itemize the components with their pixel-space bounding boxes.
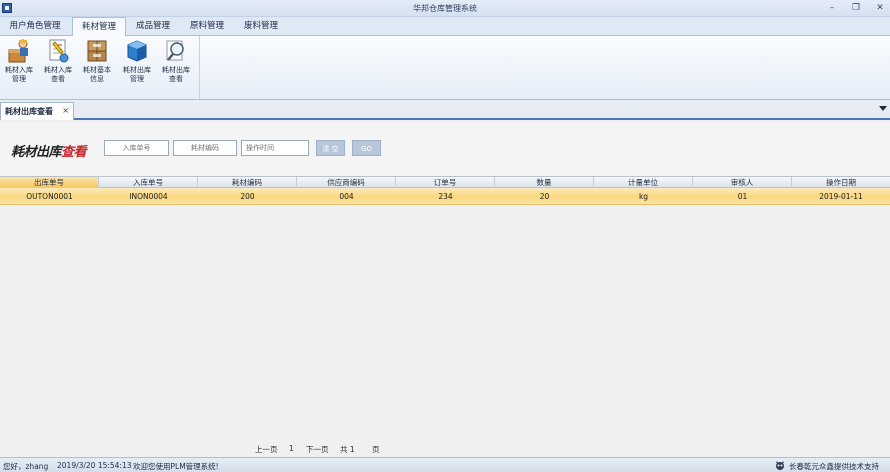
search-panel: 耗材出库查看 清 空 GO: [0, 122, 890, 176]
close-tab-icon[interactable]: ×: [62, 106, 69, 115]
go-button[interactable]: GO: [352, 140, 381, 156]
clear-button[interactable]: 清 空: [316, 140, 345, 156]
tab-consumables[interactable]: 耗材管理: [72, 17, 126, 37]
package-boxes-icon: [87, 40, 107, 62]
column-header-operation-date[interactable]: 操作日期: [792, 177, 890, 188]
material-code-input[interactable]: [173, 140, 237, 156]
column-header-inbound-no[interactable]: 入库单号: [99, 177, 198, 188]
column-header-reviewer[interactable]: 审核人: [693, 177, 792, 188]
operation-time-input[interactable]: [241, 140, 309, 156]
ribbon-group-consumables: 耗材入库 管理 耗材入库 查看 耗材基本 信息 耗材出库 管理 耗材出库 查看: [0, 36, 200, 99]
column-header-supplier-code[interactable]: 供应商编码: [297, 177, 396, 188]
title-bar: 华邦仓库管理系统 – ❐ ✕: [0, 0, 890, 17]
page-title-red: 查看: [61, 145, 87, 160]
window-title: 华邦仓库管理系统: [413, 4, 477, 13]
cell-outbound-no: OUTON0001: [26, 192, 73, 201]
blue-cube-icon: [127, 40, 147, 62]
minimize-icon[interactable]: –: [825, 2, 839, 14]
prev-page-link[interactable]: 上一页: [255, 444, 278, 455]
tab-raw-materials[interactable]: 原料管理: [184, 17, 230, 36]
column-header-material-code[interactable]: 耗材编码: [198, 177, 297, 188]
support-text: 长春乾元众鑫提供技术支持: [789, 462, 879, 471]
support-logo-icon: [776, 461, 784, 470]
tab-finished-goods[interactable]: 成品管理: [130, 17, 176, 36]
document-tab-strip: 耗材出库查看 ×: [0, 100, 890, 120]
page-title: 耗材出库查看: [11, 141, 87, 160]
ribbon-label: 信息: [90, 75, 104, 83]
document-view-icon: [49, 39, 69, 63]
magnifier-icon: [166, 40, 184, 61]
consumable-inbound-view-button[interactable]: 耗材入库 查看: [40, 38, 76, 94]
total-pages-suffix: 页: [372, 445, 380, 454]
cell-inbound-no: INON0004: [129, 192, 168, 201]
restore-icon[interactable]: ❐: [849, 2, 863, 14]
ribbon-label: 耗材基本: [83, 66, 111, 74]
consumable-basic-info-button[interactable]: 耗材基本 信息: [79, 38, 115, 94]
tab-user-role[interactable]: 用户角色管理: [4, 17, 66, 36]
ribbon-label: 查看: [169, 75, 183, 83]
cell-quantity: 20: [539, 192, 550, 201]
worker-box-icon: [8, 39, 28, 63]
ribbon-label: 管理: [130, 75, 144, 83]
ribbon-label: 耗材出库: [123, 66, 151, 74]
consumable-outbound-manage-button[interactable]: 耗材出库 管理: [119, 38, 155, 94]
cell-order-no: 234: [438, 192, 453, 201]
doc-tab-label: 耗材出库查看: [5, 107, 53, 116]
cell-reviewer: 01: [737, 192, 748, 201]
ribbon: 耗材入库 管理 耗材入库 查看 耗材基本 信息 耗材出库 管理 耗材出库 查看: [0, 36, 890, 100]
column-header-order-no[interactable]: 订单号: [396, 177, 495, 188]
page-title-dark: 耗材出库: [11, 145, 62, 160]
table-row[interactable]: OUTON0001 INON0004 200 004 234 20 kg 01 …: [0, 188, 890, 205]
pager: 上一页 1 下一页 共 1 页: [0, 442, 890, 456]
status-bar: 您好，zhang 2019/3/20 15:54:13 欢迎您使用PLM管理系统…: [0, 457, 890, 472]
next-page-link[interactable]: 下一页: [306, 444, 329, 455]
cell-supplier-code: 004: [339, 192, 354, 201]
ribbon-label: 耗材入库: [44, 66, 72, 74]
column-header-outbound-no[interactable]: 出库单号: [0, 177, 99, 188]
tab-scrap[interactable]: 废料管理: [238, 17, 284, 36]
cell-unit: kg: [638, 192, 649, 201]
cell-material-code: 200: [240, 192, 255, 201]
tab-list-dropdown-icon[interactable]: [879, 106, 887, 111]
user-greeting: 您好，zhang: [3, 462, 49, 471]
status-datetime: 2019/3/20 15:54:13: [57, 461, 132, 470]
inbound-number-input[interactable]: [104, 140, 169, 156]
menu-bar: 用户角色管理 耗材管理 成品管理 原料管理 废料管理: [0, 17, 890, 37]
doc-tab-outbound-view[interactable]: 耗材出库查看 ×: [0, 102, 74, 120]
ribbon-label: 查看: [51, 75, 65, 83]
ribbon-label: 管理: [12, 75, 26, 83]
cell-operation-date: 2019-01-11: [819, 192, 863, 201]
grid-header: 出库单号 入库单号 耗材编码 供应商编码 订单号 数量 计量单位 审核人 操作日…: [0, 176, 890, 188]
column-header-quantity[interactable]: 数量: [495, 177, 594, 188]
outbound-grid: 出库单号 入库单号 耗材编码 供应商编码 订单号 数量 计量单位 审核人 操作日…: [0, 176, 890, 205]
current-page: 1: [289, 444, 294, 453]
column-header-unit[interactable]: 计量单位: [594, 177, 693, 188]
welcome-message: 欢迎您使用PLM管理系统!: [133, 462, 219, 471]
consumable-outbound-view-button[interactable]: 耗材出库 查看: [158, 38, 194, 94]
ribbon-label: 耗材出库: [162, 66, 190, 74]
ribbon-label: 耗材入库: [5, 66, 33, 74]
grid-empty-area: [0, 206, 890, 438]
total-pages: 共 1: [340, 445, 355, 454]
close-icon[interactable]: ✕: [873, 2, 887, 14]
consumable-inbound-manage-button[interactable]: 耗材入库 管理: [1, 38, 37, 94]
